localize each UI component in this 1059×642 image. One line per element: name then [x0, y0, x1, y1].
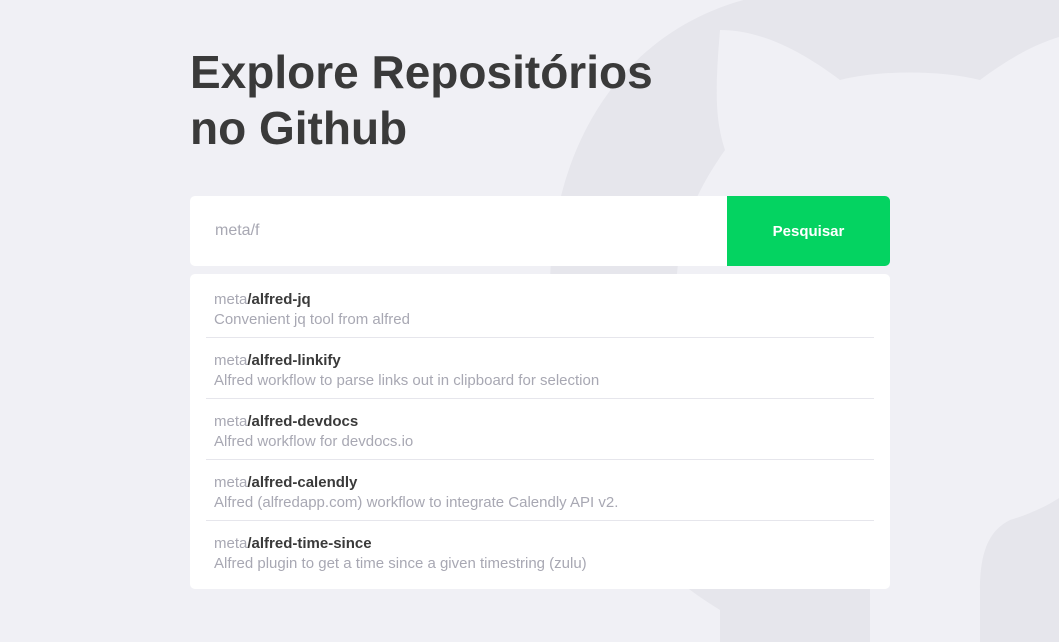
repo-description: Alfred plugin to get a time since a give… [214, 555, 587, 572]
repo-name: /alfred-jq [247, 291, 311, 308]
result-item-alfred-devdocs[interactable]: meta/alfred-devdocs Alfred workflow for … [206, 399, 874, 460]
repo-full-name: meta/alfred-devdocs [214, 412, 866, 432]
result-item-alfred-calendly[interactable]: meta/alfred-calendly Alfred (alfredapp.c… [206, 460, 874, 521]
repo-full-name: meta/alfred-calendly [214, 473, 866, 493]
result-item-alfred-linkify[interactable]: meta/alfred-linkify Alfred workflow to p… [206, 338, 874, 399]
repo-description: Convenient jq tool from alfred [214, 311, 410, 328]
search-button[interactable]: Pesquisar [727, 196, 890, 266]
repo-name: /alfred-linkify [247, 352, 341, 369]
result-item-alfred-time-since[interactable]: meta/alfred-time-since Alfred plugin to … [206, 521, 874, 581]
repo-name: /alfred-devdocs [247, 413, 359, 430]
repo-full-name: meta/alfred-linkify [214, 351, 866, 371]
repo-owner: meta [214, 352, 248, 369]
repo-owner: meta [214, 474, 248, 491]
repo-owner: meta [214, 413, 248, 430]
title-line-2: no Github [190, 102, 408, 154]
page-title: Explore Repositórios no Github [190, 44, 670, 156]
repo-owner: meta [214, 291, 248, 308]
main-content: Explore Repositórios no Github Pesquisar… [190, 44, 890, 589]
search-form: Pesquisar [190, 196, 890, 266]
repo-full-name: meta/alfred-jq [214, 290, 866, 310]
repo-description: Alfred workflow to parse links out in cl… [214, 372, 600, 389]
repo-name: /alfred-calendly [247, 474, 358, 491]
title-line-1: Explore Repositórios [190, 46, 653, 98]
repo-name: /alfred-time-since [247, 535, 372, 552]
repo-owner: meta [214, 535, 248, 552]
repo-full-name: meta/alfred-time-since [214, 534, 866, 554]
repo-description: Alfred (alfredapp.com) workflow to integ… [214, 494, 619, 511]
search-input[interactable] [190, 196, 727, 266]
page: Explore Repositórios no Github Pesquisar… [0, 0, 1059, 642]
result-item-alfred-jq[interactable]: meta/alfred-jq Convenient jq tool from a… [206, 288, 874, 338]
repo-description: Alfred workflow for devdocs.io [214, 433, 414, 450]
results-list: meta/alfred-jq Convenient jq tool from a… [190, 274, 890, 589]
